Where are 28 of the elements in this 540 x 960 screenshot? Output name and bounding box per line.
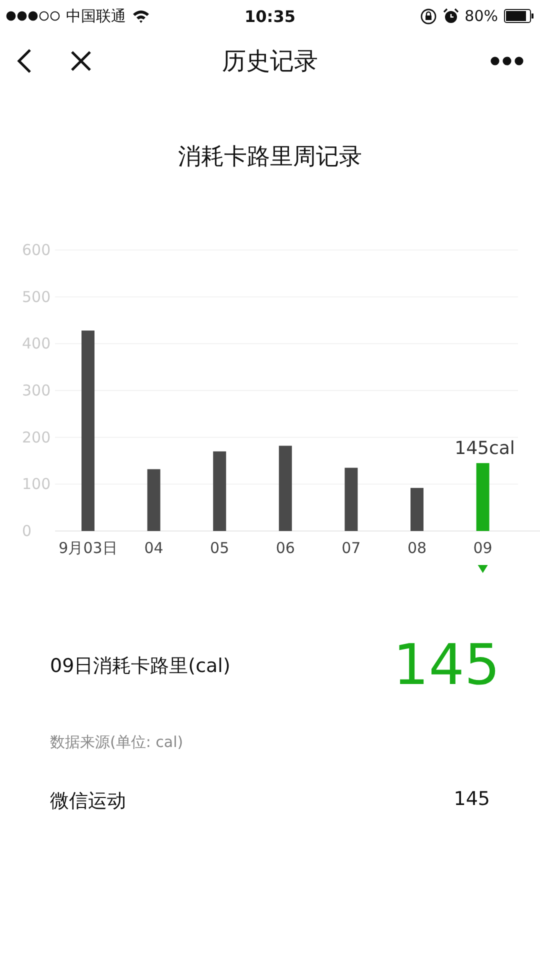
chart-title: 消耗卡路里周记录 [177,143,363,172]
source-heading: 数据来源(单位: cal) [49,733,184,752]
axis-category-label: 08 [407,539,427,557]
chart-bar[interactable] [213,451,226,531]
bar-value-label: 145cal [454,438,515,460]
source-value: 145 [454,788,490,812]
status-time: 10:35 [244,6,296,26]
axis-category-label: 04 [144,539,164,557]
page-title: 历史记录 [221,46,319,77]
battery-icon [504,9,534,23]
axis-category-label: 09 [473,539,492,557]
carrier-name: 中国联通 [66,6,126,26]
source-name: 微信运动 [50,789,126,814]
signal-icon [6,11,60,21]
axis-category-label: 9月03日 [58,539,118,557]
selection-marker-icon [478,565,488,573]
axis-category-label: 07 [342,539,361,557]
chart-bar[interactable] [147,469,160,531]
detail-value: 145 [393,633,500,698]
chart-bar[interactable] [278,446,292,531]
wifi-icon [132,9,150,23]
rotation-lock-icon [420,8,437,24]
battery-percent: 80% [464,7,498,25]
alarm-icon [442,8,459,24]
chart-bar[interactable] [344,468,358,531]
axis-category-label: 05 [210,539,230,557]
detail-label: 09日消耗卡路里(cal) [50,654,230,678]
axis-category-label: 06 [276,539,295,557]
